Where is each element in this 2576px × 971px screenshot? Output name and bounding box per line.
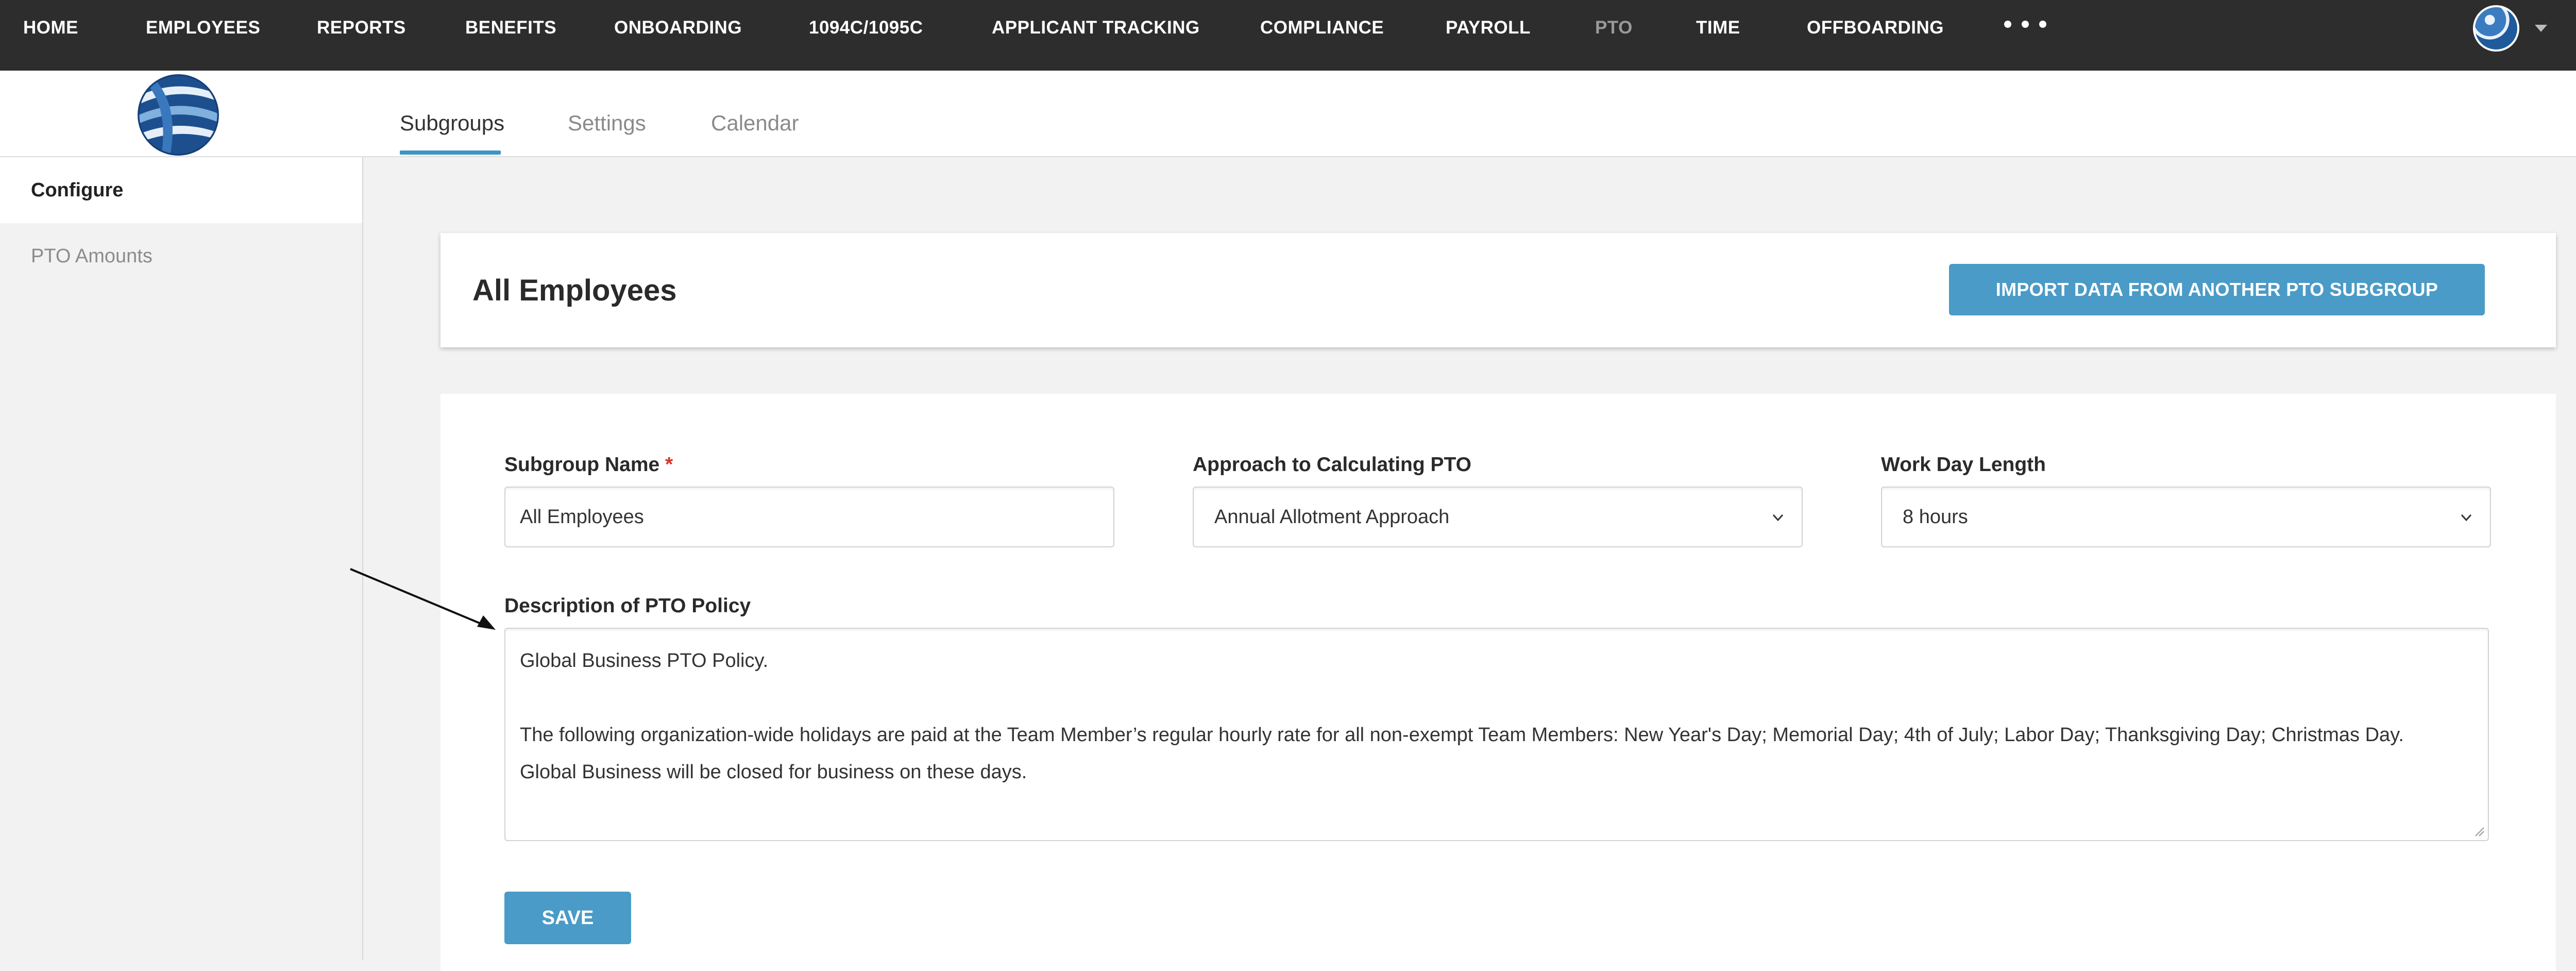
description-textarea[interactable]: Global Business PTO Policy. The followin… [504,628,2489,841]
nav-time[interactable]: TIME [1696,18,1740,38]
approach-label: Approach to Calculating PTO [1193,454,1471,476]
nav-applicant-tracking[interactable]: APPLICANT TRACKING [992,18,1200,38]
work-day-length-select[interactable]: 8 hours [1881,487,2491,547]
chevron-down-icon [1772,514,1784,522]
required-mark: * [665,454,673,476]
sidebar-item-configure[interactable]: Configure [0,157,362,223]
save-button[interactable]: SAVE [504,892,631,944]
resize-handle-icon[interactable] [2473,826,2485,837]
subgroup-name-label-text: Subgroup Name [504,454,660,476]
work-day-length-label: Work Day Length [1881,454,2046,476]
avatar[interactable] [2473,5,2519,52]
import-data-button[interactable]: IMPORT DATA FROM ANOTHER PTO SUBGROUP [1949,264,2485,315]
nav-employees[interactable]: EMPLOYEES [146,18,260,38]
active-tab-indicator [400,150,501,155]
subgroup-form-card: Subgroup Name * Approach to Calculating … [440,394,2556,971]
nav-benefits[interactable]: BENEFITS [465,18,556,38]
sidebar-item-label: PTO Amounts [31,245,152,267]
nav-home[interactable]: HOME [23,18,78,38]
nav-1094c-1095c[interactable]: 1094C/1095C [809,18,923,38]
description-line: Global Business will be closed for busin… [520,761,1027,783]
top-nav: HOME EMPLOYEES REPORTS BENEFITS ONBOARDI… [0,0,2576,71]
nav-offboarding[interactable]: OFFBOARDING [1807,18,1944,38]
nav-compliance[interactable]: COMPLIANCE [1260,18,1384,38]
page-title: All Employees [472,274,677,307]
subgroup-name-input[interactable] [504,487,1114,547]
sidebar: Configure PTO Amounts [0,157,363,960]
nav-payroll[interactable]: PAYROLL [1446,18,1531,38]
nav-reports[interactable]: REPORTS [317,18,406,38]
tab-settings[interactable]: Settings [568,111,646,136]
company-logo [138,74,219,156]
sidebar-item-pto-amounts[interactable]: PTO Amounts [0,223,362,289]
description-line: Global Business PTO Policy. [520,650,769,672]
subgroup-header-card: All Employees IMPORT DATA FROM ANOTHER P… [440,233,2556,347]
description-line: The following organization-wide holidays… [520,724,2404,746]
sidebar-item-label: Configure [31,179,124,201]
chevron-down-icon [2461,514,2472,522]
description-label: Description of PTO Policy [504,595,751,617]
approach-select[interactable]: Annual Allotment Approach [1193,487,1803,547]
work-day-length-value: 8 hours [1903,506,1968,528]
nav-pto[interactable]: PTO [1595,18,1633,38]
tab-subgroups[interactable]: Subgroups [400,111,504,136]
approach-select-value: Annual Allotment Approach [1214,506,1450,528]
chevron-down-icon[interactable] [2535,25,2547,32]
tab-calendar[interactable]: Calendar [711,111,799,136]
subgroup-name-label: Subgroup Name * [504,454,673,476]
annotation-arrow-icon [350,568,496,630]
more-menu-icon[interactable] [2004,21,2046,28]
sub-header: Subgroups Settings Calendar [0,71,2576,157]
nav-onboarding[interactable]: ONBOARDING [614,18,742,38]
